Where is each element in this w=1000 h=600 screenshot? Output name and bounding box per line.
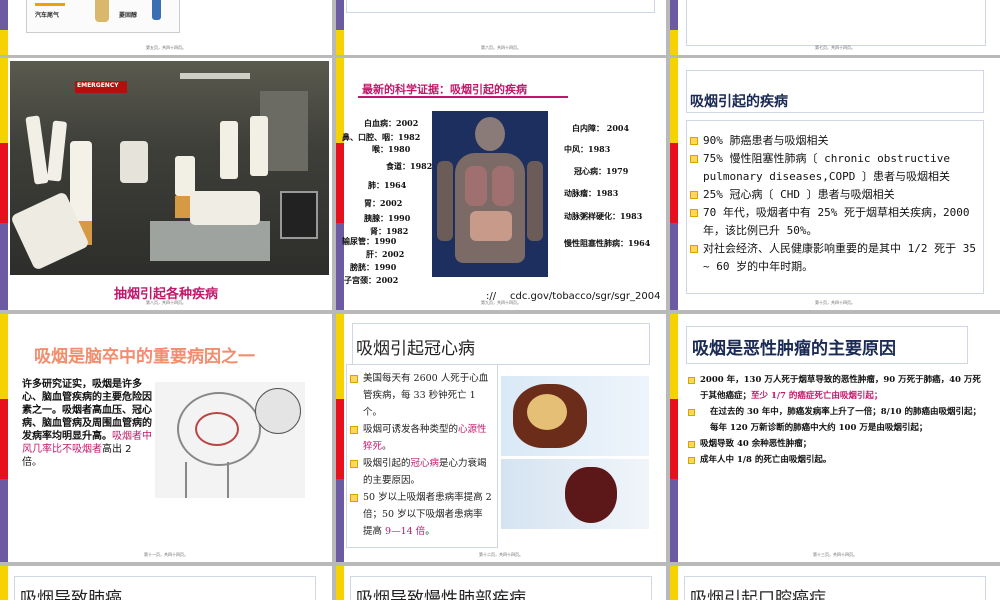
bullet-item: 70 年代，吸烟者中有 25% 死于烟草相关疾病，2000 年，该比例已升 50… (690, 204, 978, 240)
slide-title: 吸烟是脑卒中的重要病因之一 (34, 347, 255, 367)
label-aneurysm: 动脉瘤：1983 (564, 188, 619, 198)
page-number: 第九页，共四十四页。 (481, 300, 521, 305)
slide-title: 吸烟引起口腔癌症 (690, 589, 826, 600)
bullet-text: 。 (382, 441, 392, 452)
label-cataract: 白内障： 2004 (572, 123, 630, 133)
body-figure (432, 111, 548, 277)
page-number: 第十一页，共四十四页。 (144, 552, 188, 557)
bullet-text: 成年人中 1/8 的死亡由吸烟引起。 (700, 455, 832, 465)
label-atherosclerosis: 动脉粥样硬化：1983 (564, 211, 643, 221)
bullet-list: 90% 肺癌患者与吸烟相关 75% 慢性阻塞性肺病〔 chronic obstr… (690, 132, 978, 276)
title-underline (358, 96, 568, 98)
slide-7[interactable]: 第七页，共四十四页。 (670, 0, 1000, 55)
bullet-item: 成年人中 1/8 的死亡由吸烟引起。 (688, 452, 986, 468)
label-copd: 慢性阻塞性肺病：1964 (564, 238, 651, 248)
label-cervix: 子宫颈：2002 (344, 275, 399, 285)
bullet-item: 在过去的 30 年中，肺癌发病率上升了一倍；8/10 的肺癌由吸烟引起；每年 1… (688, 404, 986, 436)
slide-5-label-right: 菱固醇 (119, 12, 138, 19)
slide-10[interactable]: 吸烟引起的疾病 90% 肺癌患者与吸烟相关 75% 慢性阻塞性肺病〔 chron… (670, 58, 1000, 310)
label-stomach: 胃：2002 (364, 198, 403, 208)
label-pancreas: 胰腺：1990 (364, 213, 411, 223)
page-number: 第六页，共四十四页。 (481, 45, 521, 50)
slide-title: 吸烟导致慢性肺部疾病 (356, 589, 526, 600)
brain-illustration (155, 382, 305, 498)
accent-bar (670, 314, 678, 562)
bullet-item: 吸烟引起的冠心病是心力衰竭的主要原因。 (350, 455, 492, 489)
bullet-item: 吸烟导致 40 余种恶性肿瘤； (688, 436, 986, 452)
heart-image-bottom (501, 459, 649, 529)
slide-8[interactable]: EMERGENCY 抽烟引起各种疾病 第八页，共四十四页。 (0, 58, 332, 310)
label-nose-mouth: 鼻、口腔、咽：1982 (342, 132, 421, 142)
slide-title: 吸烟引起的疾病 (690, 94, 788, 110)
slide-title: 吸烟导致肺癌 (20, 589, 122, 600)
slide-16[interactable]: 吸烟引起口腔癌症 (670, 566, 1000, 600)
bullet-list: 美国每天有 2600 人死于心血管疾病，每 33 秒钟死亡 1 个。 吸烟可诱发… (350, 370, 492, 540)
accent-bar (0, 58, 8, 310)
label-chd: 冠心病：1979 (574, 166, 629, 176)
accent-bar (670, 58, 678, 310)
page-number: 第五页，共四十四页。 (146, 45, 186, 50)
slide-body: 许多研究证实，吸烟是许多心、脑血管疾病的主要危险因素之一。吸烟者高血压、冠心病、… (22, 378, 154, 469)
bullet-item: 75% 慢性阻塞性肺病〔 chronic obstructive pulmona… (690, 150, 978, 186)
page-number: 第十三页，共四十四页。 (813, 552, 857, 557)
bullet-item: 2000 年，130 万人死于烟草导致的恶性肿瘤，90 万死于肺癌，40 万死于… (688, 372, 986, 404)
label-larynx: 喉：1980 (372, 144, 411, 154)
bullet-text: 。 (425, 526, 435, 537)
bullet-item: 25% 冠心病〔 CHD 〕患者与吸烟相关 (690, 186, 978, 204)
bullet-highlight: 9—14 倍 (385, 526, 426, 537)
slide-15[interactable]: 吸烟导致慢性肺部疾病 (336, 566, 666, 600)
slide-11[interactable]: 吸烟是脑卒中的重要病因之一 许多研究证实，吸烟是许多心、脑血管疾病的主要危险因素… (0, 314, 332, 562)
emergency-sign: EMERGENCY (77, 82, 119, 89)
bullet-item: 对社会经济、人民健康影响重要的是其中 1/2 死于 35 ~ 60 岁的中年时期… (690, 240, 978, 276)
heart-image-top (501, 376, 649, 456)
bullet-text: 吸烟引起的 (363, 458, 411, 469)
accent-bar (336, 58, 344, 310)
page-number: 第十二页，共四十四页。 (479, 552, 523, 557)
bullet-text: 吸烟可诱发各种类型的 (363, 424, 459, 435)
slide-9[interactable]: 最新的科学证据：吸烟引起的疾病 白血病：2002 鼻、口腔、咽：1982 喉：1… (336, 58, 666, 310)
content-box (346, 0, 655, 13)
cartoon-image: EMERGENCY (10, 61, 329, 275)
slide-5-illustration: 汽车尾气 菱固醇 (26, 0, 180, 33)
bullet-highlight: 至少 1/7 的癌症死亡由吸烟引起； (751, 391, 883, 401)
slide-12[interactable]: 吸烟引起冠心病 美国每天有 2600 人死于心血管疾病，每 33 秒钟死亡 1 … (336, 314, 666, 562)
label-liver: 肝：2002 (366, 249, 405, 259)
bullet-text: 在过去的 30 年中，肺癌发病率上升了一倍；8/10 的肺癌由吸烟引起；每年 1… (710, 407, 982, 433)
bullet-item: 吸烟可诱发各种类型的心源性猝死。 (350, 421, 492, 455)
slide-13[interactable]: 吸烟是恶性肿瘤的主要原因 2000 年，130 万人死于烟草导致的恶性肿瘤，90… (670, 314, 1000, 562)
slide-6[interactable]: 第六页，共四十四页。 (336, 0, 666, 55)
slide-title: 最新的科学证据：吸烟引起的疾病 (362, 83, 527, 96)
slide-14[interactable]: 吸烟导致肺癌 (0, 566, 332, 600)
content-box (686, 0, 986, 46)
accent-bar (336, 566, 344, 600)
accent-bar (0, 314, 8, 562)
accent-bar (0, 566, 8, 600)
label-esophagus: 食道：1982 (386, 161, 433, 171)
slide-title: 吸烟是恶性肿瘤的主要原因 (692, 339, 896, 359)
slide-5-label-left: 汽车尾气 (35, 12, 60, 19)
page-number: 第八页，共四十四页。 (146, 300, 186, 305)
bullet-item: 50 岁以上吸烟者患病率提高 2 倍；50 岁以下吸烟者患病率提高 9—14 倍… (350, 489, 492, 540)
accent-bar (336, 314, 344, 562)
page-number: 第十页，共四十四页。 (815, 300, 855, 305)
bullet-item: 美国每天有 2600 人死于心血管疾病，每 33 秒钟死亡 1 个。 (350, 370, 492, 421)
slide-body: 2000 年，130 万人死于烟草导致的恶性肿瘤，90 万死于肺癌，40 万死于… (688, 372, 986, 468)
bullet-text: 吸烟导致 40 余种恶性肿瘤； (700, 439, 812, 449)
label-leukemia: 白血病：2002 (364, 118, 419, 128)
bullet-item: 90% 肺癌患者与吸烟相关 (690, 132, 978, 150)
accent-bar (670, 566, 678, 600)
bullet-highlight: 冠心病 (410, 458, 440, 469)
label-stroke: 中风：1983 (564, 144, 611, 154)
label-ureter: 输尿管：1990 (342, 236, 397, 246)
slide-title: 吸烟引起冠心病 (356, 339, 475, 359)
bullet-text: 美国每天有 2600 人死于心血管疾病，每 33 秒钟死亡 1 个。 (363, 373, 489, 418)
label-bladder: 膀胱：1990 (350, 262, 397, 272)
label-lung: 肺：1964 (368, 180, 407, 190)
page-number: 第七页，共四十四页。 (815, 45, 855, 50)
slide-5[interactable]: 汽车尾气 菱固醇 第五页，共四十四页。 (0, 0, 332, 55)
